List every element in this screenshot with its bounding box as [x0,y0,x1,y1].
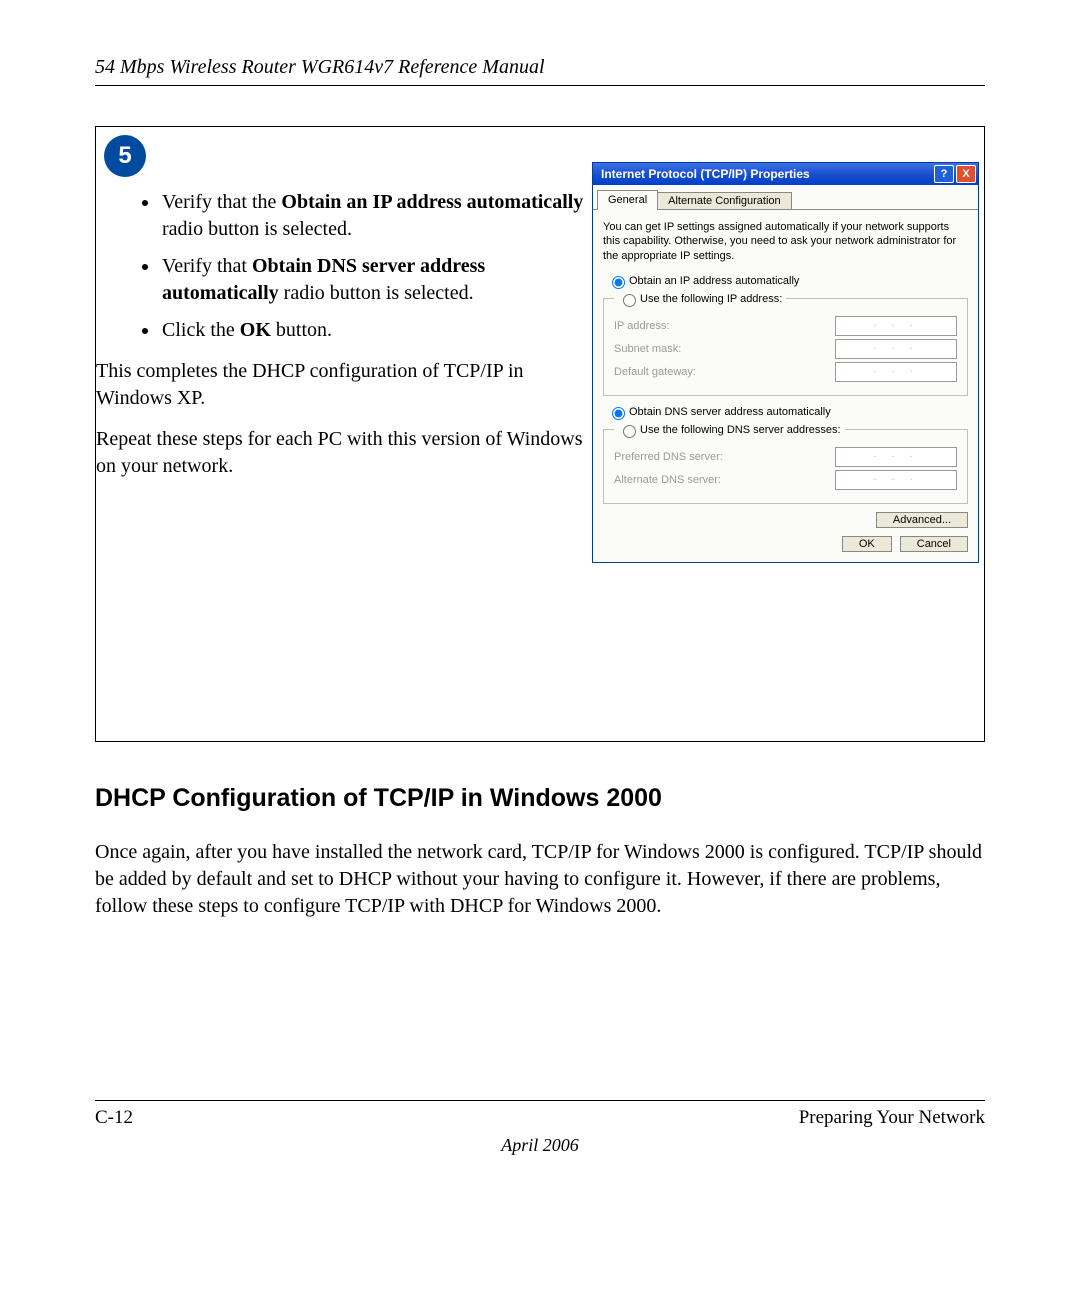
step-bullet-list: Verify that the Obtain an IP address aut… [120,189,584,344]
manual-page: 54 Mbps Wireless Router WGR614v7 Referen… [0,0,1080,1296]
dialog-description: You can get IP settings assigned automat… [603,220,968,263]
step-number-badge: 5 [104,135,146,177]
page-number: C-12 [95,1107,133,1129]
bullet-2: Verify that Obtain DNS server address au… [160,253,584,307]
label-alternate-dns: Alternate DNS server: [614,474,835,486]
radio-use-following-dns[interactable] [623,425,636,438]
tcp-ip-properties-dialog: Internet Protocol (TCP/IP) Properties ? … [592,162,979,563]
input-subnet-mask[interactable]: . . . [835,339,957,359]
use-ip-group: Use the following IP address: IP address… [603,291,968,396]
section-heading-win2000: DHCP Configuration of TCP/IP in Windows … [95,784,985,813]
dialog-titlebar: Internet Protocol (TCP/IP) Properties ? … [593,163,978,185]
screenshot-column: Internet Protocol (TCP/IP) Properties ? … [584,127,984,741]
radio-obtain-ip-auto[interactable]: Obtain an IP address automatically [607,273,968,289]
input-alternate-dns[interactable]: . . . [835,470,957,490]
footer-date: April 2006 [95,1135,985,1156]
input-preferred-dns[interactable]: . . . [835,447,957,467]
dialog-title: Internet Protocol (TCP/IP) Properties [601,167,810,181]
tab-alternate-config[interactable]: Alternate Configuration [657,192,792,209]
step-text-column: 5 Verify that the Obtain an IP address a… [96,127,584,741]
step-number: 5 [118,142,131,170]
completion-note: This completes the DHCP configuration of… [96,358,584,412]
tab-general[interactable]: General [597,190,658,210]
input-ip-address[interactable]: . . . [835,316,957,336]
bullet-3: Click the OK button. [160,317,584,344]
radio-obtain-dns-auto-input[interactable] [612,407,625,420]
step-5-box: 5 Verify that the Obtain an IP address a… [95,126,985,742]
titlebar-close-button[interactable]: X [956,165,976,183]
chapter-title: Preparing Your Network [133,1107,985,1129]
label-subnet-mask: Subnet mask: [614,343,835,355]
dialog-tabs: General Alternate Configuration [593,189,978,210]
use-dns-group: Use the following DNS server addresses: … [603,422,968,504]
radio-obtain-ip-auto-input[interactable] [612,276,625,289]
advanced-button[interactable]: Advanced... [876,512,968,528]
bullet-1: Verify that the Obtain an IP address aut… [160,189,584,243]
dialog-body: General Alternate Configuration You can … [593,185,978,562]
page-footer: C-12 Preparing Your Network [95,1100,985,1129]
label-preferred-dns: Preferred DNS server: [614,451,835,463]
cancel-button[interactable]: Cancel [900,536,968,552]
titlebar-help-button[interactable]: ? [934,165,954,183]
section-paragraph-win2000: Once again, after you have installed the… [95,839,985,920]
running-header: 54 Mbps Wireless Router WGR614v7 Referen… [95,56,985,86]
label-default-gateway: Default gateway: [614,366,835,378]
radio-use-following-ip[interactable] [623,294,636,307]
repeat-note: Repeat these steps for each PC with this… [96,426,584,480]
radio-obtain-dns-auto[interactable]: Obtain DNS server address automatically [607,404,968,420]
label-ip-address: IP address: [614,320,835,332]
ok-button[interactable]: OK [842,536,892,552]
input-default-gateway[interactable]: . . . [835,362,957,382]
